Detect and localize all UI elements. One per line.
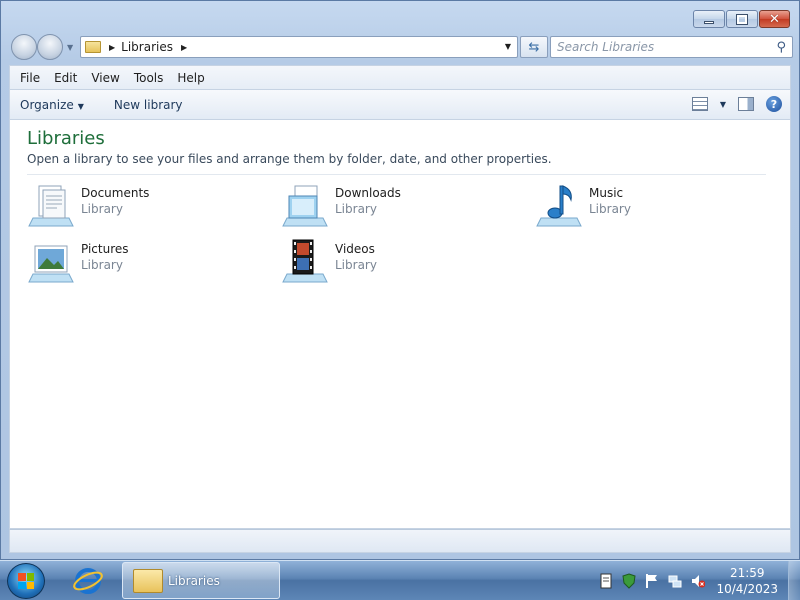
help-icon[interactable]: ? [766,96,782,112]
menu-view[interactable]: View [91,71,119,85]
library-type: Library [335,202,377,216]
library-name: Videos [335,242,375,256]
document-tray-icon[interactable] [599,573,613,589]
menu-file[interactable]: File [20,71,40,85]
library-downloads[interactable]: Downloads Library [281,182,521,232]
command-bar: Organize ▼ New library ▼ ? [9,89,791,120]
maximize-button[interactable] [726,10,758,28]
refresh-icon: ⇆ [528,39,540,55]
view-controls: ▼ ? [691,96,782,112]
minimize-button[interactable] [693,10,725,28]
back-button[interactable] [11,34,37,60]
page-description: Open a library to see your files and arr… [27,152,552,166]
library-type: Library [335,258,377,272]
refresh-button[interactable]: ⇆ [520,36,548,58]
close-icon: ✕ [769,11,780,27]
navigation-bar: ▼ ▶ Libraries ▶ ▼ ⇆ Search Libraries ⚲ [9,34,793,60]
breadcrumb-chevron-icon[interactable]: ▶ [181,43,187,52]
address-bar[interactable]: ▶ Libraries ▶ ▼ [80,36,518,58]
internet-explorer-icon[interactable] [72,566,104,596]
downloads-library-icon [282,185,328,227]
libraries-content: Libraries Open a library to see your fil… [9,120,791,529]
search-icon[interactable]: ⚲ [776,40,786,55]
chevron-down-icon: ▼ [77,101,84,111]
view-options-dropdown-icon[interactable]: ▼ [720,100,726,109]
documents-library-icon [28,185,74,227]
show-desktop-button[interactable] [788,561,800,600]
address-dropdown-icon[interactable]: ▼ [505,42,511,51]
menu-bar: File Edit View Tools Help [9,65,791,89]
status-bar [9,529,791,553]
system-clock[interactable]: 21:59 10/4/2023 [716,565,778,597]
new-library-button[interactable]: New library [114,98,183,112]
notification-area [599,573,705,589]
security-shield-icon[interactable] [622,573,636,589]
forward-button[interactable] [37,34,63,60]
search-placeholder: Search Libraries [557,40,655,54]
taskbar-item-label: Libraries [168,574,220,588]
library-videos[interactable]: Videos Library [281,238,521,288]
clock-date: 10/4/2023 [716,582,778,596]
organize-label: Organize [20,97,74,112]
network-icon[interactable] [668,573,682,589]
organize-button[interactable]: Organize ▼ [20,98,84,112]
minimize-icon [704,20,714,24]
videos-library-icon [282,239,328,283]
library-name: Documents [81,186,150,200]
taskbar-item-libraries[interactable]: Libraries [122,562,280,599]
library-name: Pictures [81,242,129,256]
action-center-flag-icon[interactable] [645,573,659,589]
caption-buttons: ✕ [693,10,790,28]
explorer-window: ✕ ▼ ▶ Libraries ▶ ▼ ⇆ Search Libraries ⚲… [0,0,800,560]
pictures-library-icon [28,245,74,283]
music-library-icon [536,185,582,227]
menu-help[interactable]: Help [177,71,204,85]
windows-logo-icon [18,573,34,589]
library-documents[interactable]: Documents Library [27,182,267,232]
library-name: Downloads [335,186,401,200]
clock-time: 21:59 [729,566,765,580]
breadcrumb-chevron-icon[interactable]: ▶ [109,43,115,52]
library-type: Library [81,258,123,272]
library-name: Music [589,186,624,200]
change-view-icon[interactable] [691,97,708,111]
preview-pane-icon[interactable] [738,97,754,111]
library-type: Library [589,202,631,216]
libraries-folder-icon [85,41,101,53]
library-pictures[interactable]: Pictures Library [27,238,267,288]
taskbar: Libraries 21:59 10/4/2023 [0,560,800,600]
recent-pages-dropdown-icon[interactable]: ▼ [67,43,73,52]
page-title: Libraries [27,128,105,149]
start-button[interactable] [7,563,45,599]
library-type: Library [81,202,123,216]
divider [27,174,766,175]
close-button[interactable]: ✕ [759,10,790,28]
library-music[interactable]: Music Library [535,182,775,232]
menu-tools[interactable]: Tools [134,71,164,85]
volume-muted-icon[interactable] [691,573,705,589]
breadcrumb-libraries[interactable]: Libraries [121,40,173,54]
menu-edit[interactable]: Edit [54,71,77,85]
search-input[interactable]: Search Libraries ⚲ [550,36,793,58]
libraries-folder-icon [133,569,163,593]
maximize-icon [736,13,748,25]
